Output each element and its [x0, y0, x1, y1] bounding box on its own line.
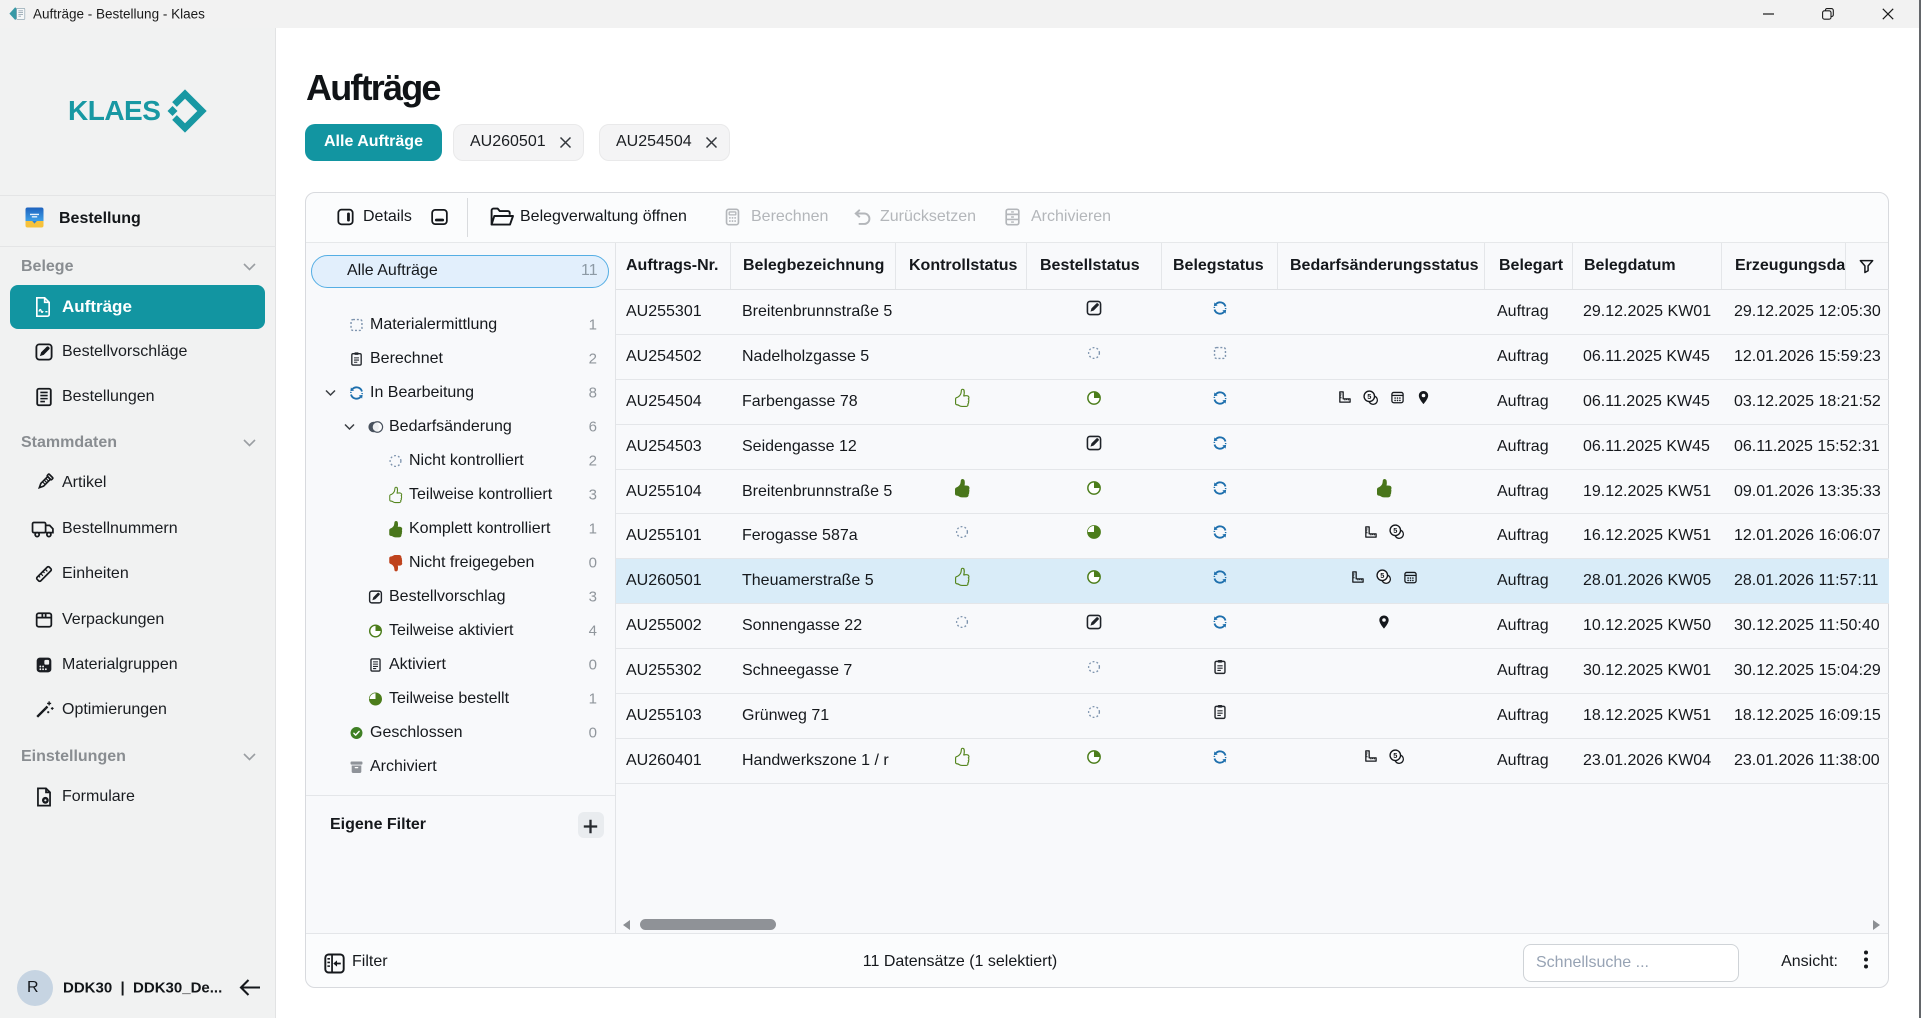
svg-text:KLAES: KLAES [68, 95, 160, 126]
